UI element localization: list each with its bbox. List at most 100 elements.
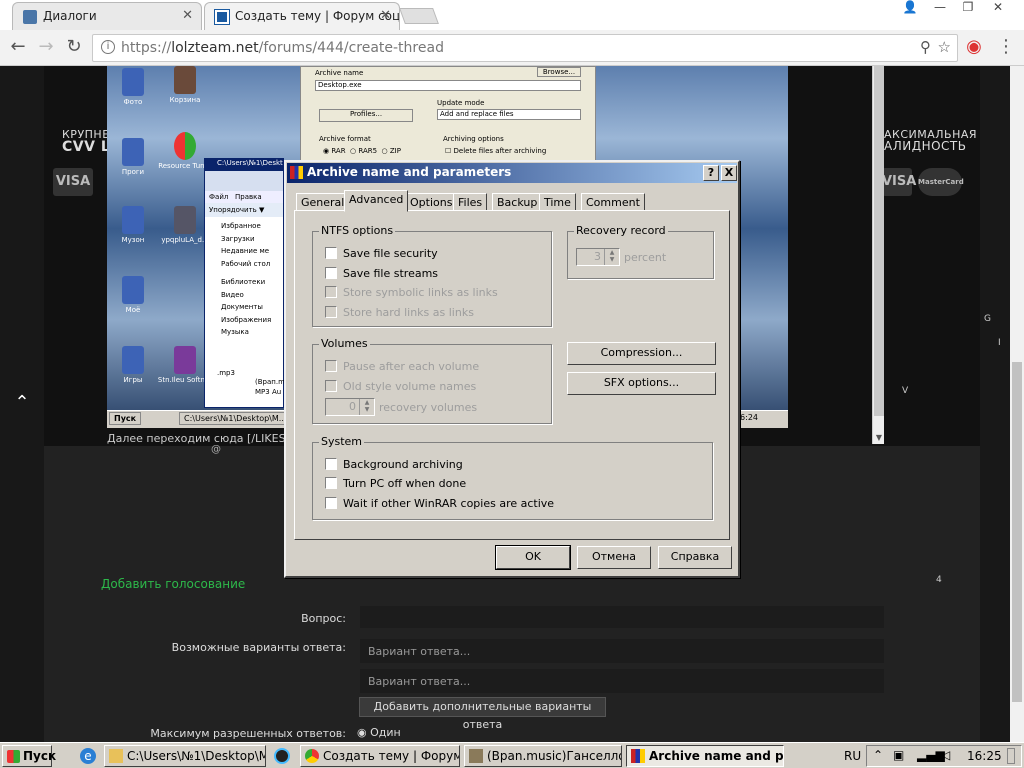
add-options-button[interactable]: Добавить дополнительные варианты ответа <box>359 697 606 731</box>
taskbar-item-explorer[interactable]: C:\Users\№1\Desktop\M... <box>104 745 266 767</box>
forward-icon[interactable]: → <box>34 36 58 60</box>
media-player-icon[interactable] <box>274 748 290 764</box>
taskbar-item-winrar[interactable]: Archive name and pa... <box>626 745 784 767</box>
tab-time[interactable]: Time <box>539 193 576 211</box>
system-tray: ⌃ ▣ ▂▄▆ ◁ 16:25 <box>866 745 1022 767</box>
tray-expand-icon[interactable]: ⌃ <box>873 748 883 762</box>
language-indicator[interactable]: RU <box>844 749 861 763</box>
visa-logo-right: VISA <box>882 168 916 196</box>
info-icon[interactable]: i <box>101 40 115 54</box>
browse-label: Browse... <box>537 67 581 77</box>
compression-button[interactable]: Compression... <box>567 342 716 365</box>
tab-options[interactable]: Options <box>405 193 458 211</box>
old-volume-names-checkbox[interactable]: Old style volume names <box>325 380 476 393</box>
spin-arrows-icon[interactable]: ▲ ▼ <box>359 399 374 415</box>
visa-logo: VISA <box>53 168 93 196</box>
close-window-icon[interactable]: ✕ <box>984 0 1012 18</box>
cancel-button[interactable]: Отмена <box>577 546 651 569</box>
help-icon[interactable]: ? <box>703 165 719 181</box>
mp3-label: .mp3 <box>217 369 235 377</box>
question-label: Вопрос: <box>301 612 346 625</box>
windows-logo-icon <box>7 750 20 763</box>
back-icon[interactable]: ← <box>6 36 30 60</box>
folder-icon <box>109 749 123 763</box>
tab-backup[interactable]: Backup <box>492 193 543 211</box>
volumes-title: Volumes <box>319 337 370 350</box>
page-scrollbar[interactable] <box>1010 66 1024 742</box>
system-group: System Background archiving Turn PC off … <box>312 435 713 520</box>
close-icon[interactable]: ✕ <box>182 8 193 23</box>
page-scroll-thumb[interactable] <box>1012 362 1022 702</box>
turn-pc-off-checkbox[interactable]: Turn PC off when done <box>325 477 466 490</box>
volume-icon[interactable]: ◁ <box>941 748 950 762</box>
dialog-titlebar[interactable]: Archive name and parameters ? X <box>287 163 737 183</box>
close-icon[interactable]: ✕ <box>380 8 391 23</box>
desktop-icon: Моё <box>103 276 163 314</box>
max-answers-label: Максимум разрешенных ответов: <box>150 727 346 740</box>
new-tab-button[interactable] <box>399 8 439 24</box>
tab-comment[interactable]: Comment <box>581 193 645 211</box>
close-icon[interactable]: X <box>721 165 737 181</box>
show-desktop-button[interactable] <box>1007 748 1015 764</box>
hardlinks-checkbox[interactable]: Store hard links as links <box>325 306 474 319</box>
ie-quicklaunch-icon[interactable]: e <box>80 748 96 764</box>
post-scrollbar[interactable]: ▼ <box>872 66 884 444</box>
option-input-1[interactable]: Вариант ответа... <box>359 638 885 664</box>
save-streams-checkbox[interactable]: Save file streams <box>325 267 438 280</box>
start-button[interactable]: Пуск <box>2 745 56 767</box>
url-input[interactable]: i https://lolzteam.net/forums/444/create… <box>92 34 958 62</box>
chrome-icon <box>305 749 319 763</box>
taskbar-item-chrome[interactable]: Создать тему | Форум с... <box>300 745 460 767</box>
zoom-icon[interactable]: ⚲ <box>920 38 931 56</box>
symlinks-checkbox[interactable]: Store symbolic links as links <box>325 286 498 299</box>
question-input[interactable] <box>359 605 885 629</box>
sfx-options-button[interactable]: SFX options... <box>567 372 716 395</box>
embedded-explorer: C:\Users\№1\Deskto Файл Правка Упорядочи… <box>204 158 285 408</box>
desktop-icon: Корзина <box>155 66 215 104</box>
update-mode-value: Add and replace files <box>437 109 581 120</box>
add-poll-link[interactable]: Добавить голосование <box>101 577 245 591</box>
bookmark-star-icon[interactable]: ☆ <box>938 38 951 56</box>
restore-icon[interactable]: ❐ <box>954 0 982 18</box>
option-input-2[interactable]: Вариант ответа... <box>359 668 885 694</box>
recovery-volumes-stepper[interactable]: 0 ▲ ▼ <box>325 398 375 416</box>
url-host: lolzteam.net <box>171 40 259 56</box>
menu-icon[interactable]: ⋮ <box>994 36 1018 60</box>
scroll-top-icon[interactable]: ⌃ <box>8 392 36 416</box>
file-labels: (Врап.m MP3 Au <box>255 378 285 396</box>
scroll-thumb[interactable] <box>874 66 884 416</box>
spin-arrows-icon[interactable]: ▲ ▼ <box>604 249 619 265</box>
at-sign: @ <box>211 444 221 455</box>
clock[interactable]: 16:25 <box>967 749 1002 763</box>
tab-dialogs[interactable]: Диалоги ✕ <box>12 2 202 30</box>
background-archiving-checkbox[interactable]: Background archiving <box>325 458 463 471</box>
side-number: 4 <box>936 575 942 585</box>
pause-volume-checkbox[interactable]: Pause after each volume <box>325 360 479 373</box>
wait-other-copies-checkbox[interactable]: Wait if other WinRAR copies are active <box>325 497 554 510</box>
explorer-nav <box>205 171 283 191</box>
extension-icon[interactable]: ◉ <box>962 36 986 60</box>
options-label: Возможные варианты ответа: <box>171 641 346 654</box>
desktop-icon: Игры <box>103 346 163 384</box>
recovery-percent-stepper[interactable]: 3 ▲ ▼ <box>576 248 620 266</box>
profile-icon[interactable]: 👤 <box>896 0 924 18</box>
tab-advanced[interactable]: Advanced <box>344 190 409 212</box>
save-security-checkbox[interactable]: Save file security <box>325 247 438 260</box>
recovery-volumes-label: recovery volumes <box>379 401 478 414</box>
reload-icon[interactable]: ↻ <box>62 36 86 60</box>
side-letter-i: I <box>998 338 1001 348</box>
tab-files[interactable]: Files <box>453 193 488 211</box>
scroll-down-icon[interactable]: ▼ <box>873 433 885 442</box>
help-button[interactable]: Справка <box>658 546 732 569</box>
browser-tab-strip: Диалоги ✕ Создать тему | Форум соц ✕ 👤 —… <box>0 0 1024 30</box>
tab-general[interactable]: General <box>296 193 350 211</box>
address-toolbar: ← → ↻ i https://lolzteam.net/forums/444/… <box>0 30 1024 66</box>
url-scheme: https:// <box>121 40 172 56</box>
lolz-favicon-icon <box>214 9 230 25</box>
tray-app-icon[interactable]: ▣ <box>893 748 904 762</box>
minimize-icon[interactable]: — <box>926 0 954 18</box>
tab-create-thread[interactable]: Создать тему | Форум соц ✕ <box>204 2 400 30</box>
ok-button[interactable]: OK <box>495 545 571 570</box>
max-answers-radio[interactable]: ◉ Один <box>357 726 401 739</box>
taskbar-item-music[interactable]: (Вpan.music)Ганселло -... <box>464 745 622 767</box>
